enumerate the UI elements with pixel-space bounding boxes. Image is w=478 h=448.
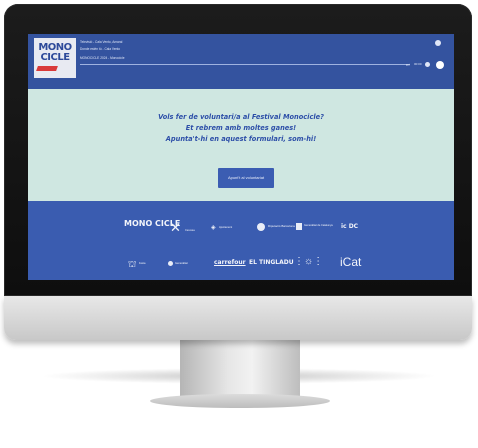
monocicle-logo: MONO CICLE (34, 38, 76, 78)
volunteer-heading-3: Apunta't-hi en aquest formulari, som-hi! (165, 135, 317, 143)
sponsor-logo[interactable]: MONO CICLE (124, 220, 180, 228)
sponsor-logo[interactable] (257, 223, 265, 231)
play-icon[interactable] (436, 61, 444, 69)
progress-bar[interactable] (80, 64, 410, 65)
sponsors-footer: MONO CICLE ✕ Cervesa ◈ Ajuntament Diputa… (28, 201, 454, 280)
track-item[interactable]: Donde estén tú - Cala Vento (80, 47, 120, 51)
track-item[interactable]: MONOCICLE 2024 - Monocicle (80, 56, 124, 60)
monitor-chin (4, 296, 472, 340)
next-icon[interactable]: ⏭ (406, 62, 410, 67)
sponsor-logo[interactable] (168, 261, 173, 266)
music-player: MONO CICLE Televisió - Cala Vento, Amara… (28, 34, 454, 89)
volunteer-section: Vols fer de voluntari/a al Festival Mono… (28, 89, 454, 201)
sponsor-logo[interactable]: Festa (139, 262, 146, 265)
logo-red-stripe (36, 66, 58, 71)
monitor-bezel: MONO CICLE Televisió - Cala Vento, Amara… (4, 4, 472, 296)
volunteer-button[interactable]: Apunt't al voluntariat (218, 168, 274, 188)
sponsor-logo[interactable] (296, 223, 302, 230)
sponsor-logo[interactable]: ⛫ (128, 259, 136, 271)
sponsor-logo[interactable]: Generalitat (175, 262, 188, 265)
sponsor-logo[interactable]: ◈ (211, 224, 216, 231)
menu-icon[interactable] (435, 40, 441, 46)
screen: MONO CICLE Televisió - Cala Vento, Amara… (28, 34, 454, 280)
sponsor-logo[interactable]: Diputació Barcelona (268, 224, 295, 228)
sponsor-logo[interactable]: Cervesa (185, 229, 195, 232)
sponsor-logo[interactable]: carrefour (214, 259, 246, 266)
time-display: 00:00 (414, 62, 422, 66)
monitor: MONO CICLE Televisió - Cala Vento, Amara… (4, 4, 472, 340)
sponsor-logo[interactable]: Ajuntament (219, 226, 232, 229)
lightbulb-icon[interactable]: ⋮☼⋮ (294, 256, 323, 267)
logo-line-2: CICLE (40, 52, 70, 63)
volunteer-heading-2: Et rebrem amb moltes ganes! (185, 124, 297, 132)
monitor-stand-base (150, 394, 330, 408)
sponsor-logo[interactable]: iCat (340, 255, 361, 269)
monitor-stand-neck (180, 340, 300, 400)
sponsor-logo[interactable]: ✕ (170, 220, 181, 236)
sponsor-logo[interactable]: Generalitat de Catalunya (304, 224, 333, 227)
sponsor-logo[interactable]: EL TINGLADU (249, 259, 294, 266)
volume-icon[interactable] (425, 62, 430, 67)
sponsor-logo[interactable]: ic DC (341, 223, 358, 230)
track-item[interactable]: Televisió - Cala Vento, Amaral (80, 40, 122, 44)
volunteer-heading-1: Vols fer de voluntari/a al Festival Mono… (158, 113, 324, 121)
